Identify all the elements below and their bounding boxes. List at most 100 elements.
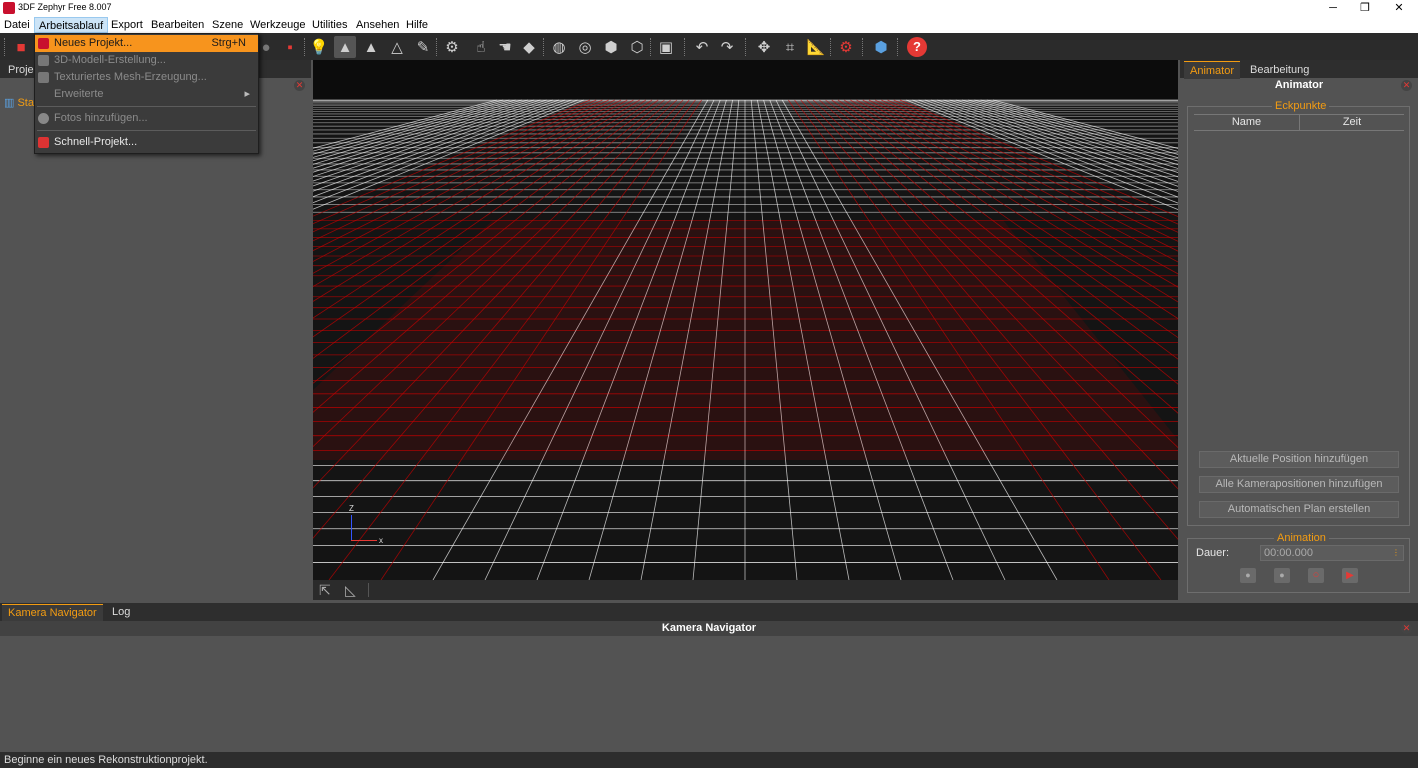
kamera-navigator-header: Kamera Navigator [0, 621, 1418, 636]
menu-utilities[interactable]: Utilities [308, 17, 351, 33]
menu-datei[interactable]: Datei [0, 17, 34, 33]
bottom-panel-tabs: Kamera Navigator Log [0, 603, 1418, 621]
camera-group-icon[interactable]: ▪ [279, 36, 301, 58]
duration-input[interactable]: 00:00.000 ⋮ [1260, 545, 1404, 561]
redo-icon[interactable]: ↷ [716, 36, 738, 58]
axis-x-label: x [379, 536, 383, 545]
tab-bearbeitung[interactable]: Bearbeitung [1244, 61, 1315, 79]
menu-bearbeiten[interactable]: Bearbeiten [147, 17, 208, 33]
wireframe-icon[interactable]: △ [386, 36, 408, 58]
stop-icon[interactable]: ● [1274, 568, 1290, 583]
grid-floor [313, 60, 1178, 580]
tab-log[interactable]: Log [106, 604, 136, 621]
duration-label: Dauer: [1196, 547, 1230, 559]
close-bottom-panel-icon[interactable]: ✕ [1401, 623, 1412, 634]
mesh-icon[interactable]: ▲ [360, 36, 382, 58]
viewport-bottom-bar: ⇱ ◺ [313, 580, 1178, 600]
sphere-icon[interactable]: ◎ [574, 36, 596, 58]
sphere-grid-icon[interactable]: ◍ [548, 36, 570, 58]
measure-icon[interactable]: 📐 [805, 36, 827, 58]
close-window-button[interactable]: ✕ [1382, 0, 1416, 17]
3d-viewport[interactable]: Z x [313, 60, 1178, 580]
toolbar-separator [897, 38, 898, 56]
menu-item-quick-project[interactable]: Schnell-Projekt... [35, 134, 258, 151]
tab-kamera-navigator[interactable]: Kamera Navigator [2, 604, 103, 621]
cube-icon[interactable]: ⬢ [600, 36, 622, 58]
axis-z-line [351, 515, 352, 540]
auto-plan-button[interactable]: Automatischen Plan erstellen [1199, 501, 1399, 518]
record-circle-icon[interactable]: ○ [1308, 568, 1324, 583]
menu-item-new-project[interactable]: Neues Projekt... Strg+N [35, 35, 258, 52]
3d-box-icon[interactable]: ⬢ [870, 36, 892, 58]
cube-alt-icon[interactable]: ⬡ [626, 36, 648, 58]
tree-root-item[interactable]: ▥ Sta [4, 96, 34, 109]
toolbar-separator [862, 38, 863, 56]
camera-icon[interactable]: ⚙ [441, 36, 463, 58]
menu-werkzeuge[interactable]: Werkzeuge [246, 17, 309, 33]
light-icon[interactable]: 💡 [308, 36, 330, 58]
play-icon[interactable]: ● [1240, 568, 1256, 583]
toolbar-separator [4, 38, 5, 56]
keyframes-table-header: Name Zeit [1194, 114, 1404, 131]
menu-item-advanced[interactable]: Erweiterte ▸ [35, 86, 258, 103]
new-project-icon [38, 38, 49, 49]
animator-header: Animator [1274, 79, 1324, 91]
app-icon [3, 2, 15, 14]
keyframes-group-title: Eckpunkte [1272, 100, 1330, 112]
add-current-position-button[interactable]: Aktuelle Position hinzufügen [1199, 451, 1399, 468]
crop-icon[interactable]: ⌗ [779, 36, 801, 58]
help-icon[interactable]: ? [906, 36, 928, 58]
tree-folder-icon: ▥ [4, 97, 15, 109]
axis-x-line [351, 540, 377, 541]
add-all-camera-positions-button[interactable]: Alle Kamerapositionen hinzufügen [1199, 476, 1399, 493]
col-name[interactable]: Name [1194, 115, 1300, 130]
close-animator-icon[interactable]: ✕ [1401, 80, 1412, 91]
toolbar-separator [830, 38, 831, 56]
point-select-icon[interactable]: ☚ [494, 36, 516, 58]
add-photos-icon [38, 113, 49, 124]
close-left-panel-icon[interactable]: ✕ [294, 80, 305, 91]
shapes-icon[interactable]: ◆ [518, 36, 540, 58]
new-project-icon[interactable]: ■ [10, 36, 32, 58]
orbit-icon[interactable]: ✥ [753, 36, 775, 58]
status-bar: Beginne ein neues Rekonstruktionprojekt. [0, 752, 1418, 768]
menu-item-add-photos[interactable]: Fotos hinzufügen... [35, 110, 258, 127]
video-export-icon[interactable]: ▶ [1342, 568, 1358, 583]
separator [368, 583, 369, 597]
axis-z-label: Z [349, 504, 354, 513]
window-title: 3DF Zephyr Free 8.007 [18, 2, 112, 12]
solid-mesh-icon[interactable]: ▲ [334, 36, 356, 58]
menu-item-textured-mesh[interactable]: Texturiertes Mesh-Erzeugung... [35, 69, 258, 86]
restore-button[interactable]: ❐ [1348, 0, 1382, 17]
menu-separator [37, 130, 256, 131]
animation-group-title: Animation [1274, 532, 1329, 544]
arbeitsablauf-dropdown: Neues Projekt... Strg+N 3D-Modell-Erstel… [34, 33, 259, 154]
model-icon [38, 55, 49, 66]
menu-export[interactable]: Export [107, 17, 147, 33]
menu-ansehen[interactable]: Ansehen [352, 17, 403, 33]
col-time[interactable]: Zeit [1300, 115, 1404, 130]
settings-gear-icon[interactable]: ⚙ [835, 36, 857, 58]
menu-szene[interactable]: Szene [208, 17, 247, 33]
menu-item-model-creation[interactable]: 3D-Modell-Erstellung... [35, 52, 258, 69]
toolbar-separator [745, 38, 746, 56]
brush-icon[interactable]: ✎ [412, 36, 434, 58]
menu-separator [37, 106, 256, 107]
select-pointer-icon[interactable]: ⇱ [319, 582, 331, 599]
undo-icon[interactable]: ↶ [691, 36, 713, 58]
ruler-icon[interactable]: ◺ [345, 582, 356, 599]
tab-animator[interactable]: Animator [1184, 61, 1241, 79]
submenu-arrow-icon: ▸ [244, 88, 250, 100]
spinner-icon[interactable]: ⋮ [1392, 546, 1400, 560]
toolbar-separator [684, 38, 685, 56]
select-icon[interactable]: ☝ [470, 36, 492, 58]
quick-project-icon [38, 137, 49, 148]
frame-icon[interactable]: ▣ [655, 36, 677, 58]
minimize-button[interactable]: ─ [1316, 0, 1350, 17]
toolbar-separator [304, 38, 305, 56]
menu-hilfe[interactable]: Hilfe [402, 17, 432, 33]
mesh-icon [38, 72, 49, 83]
toolbar-separator [436, 38, 437, 56]
menu-arbeitsablauf[interactable]: Arbeitsablauf [34, 17, 109, 33]
title-bar: 3DF Zephyr Free 8.007 ─ ❐ ✕ [0, 0, 1418, 17]
